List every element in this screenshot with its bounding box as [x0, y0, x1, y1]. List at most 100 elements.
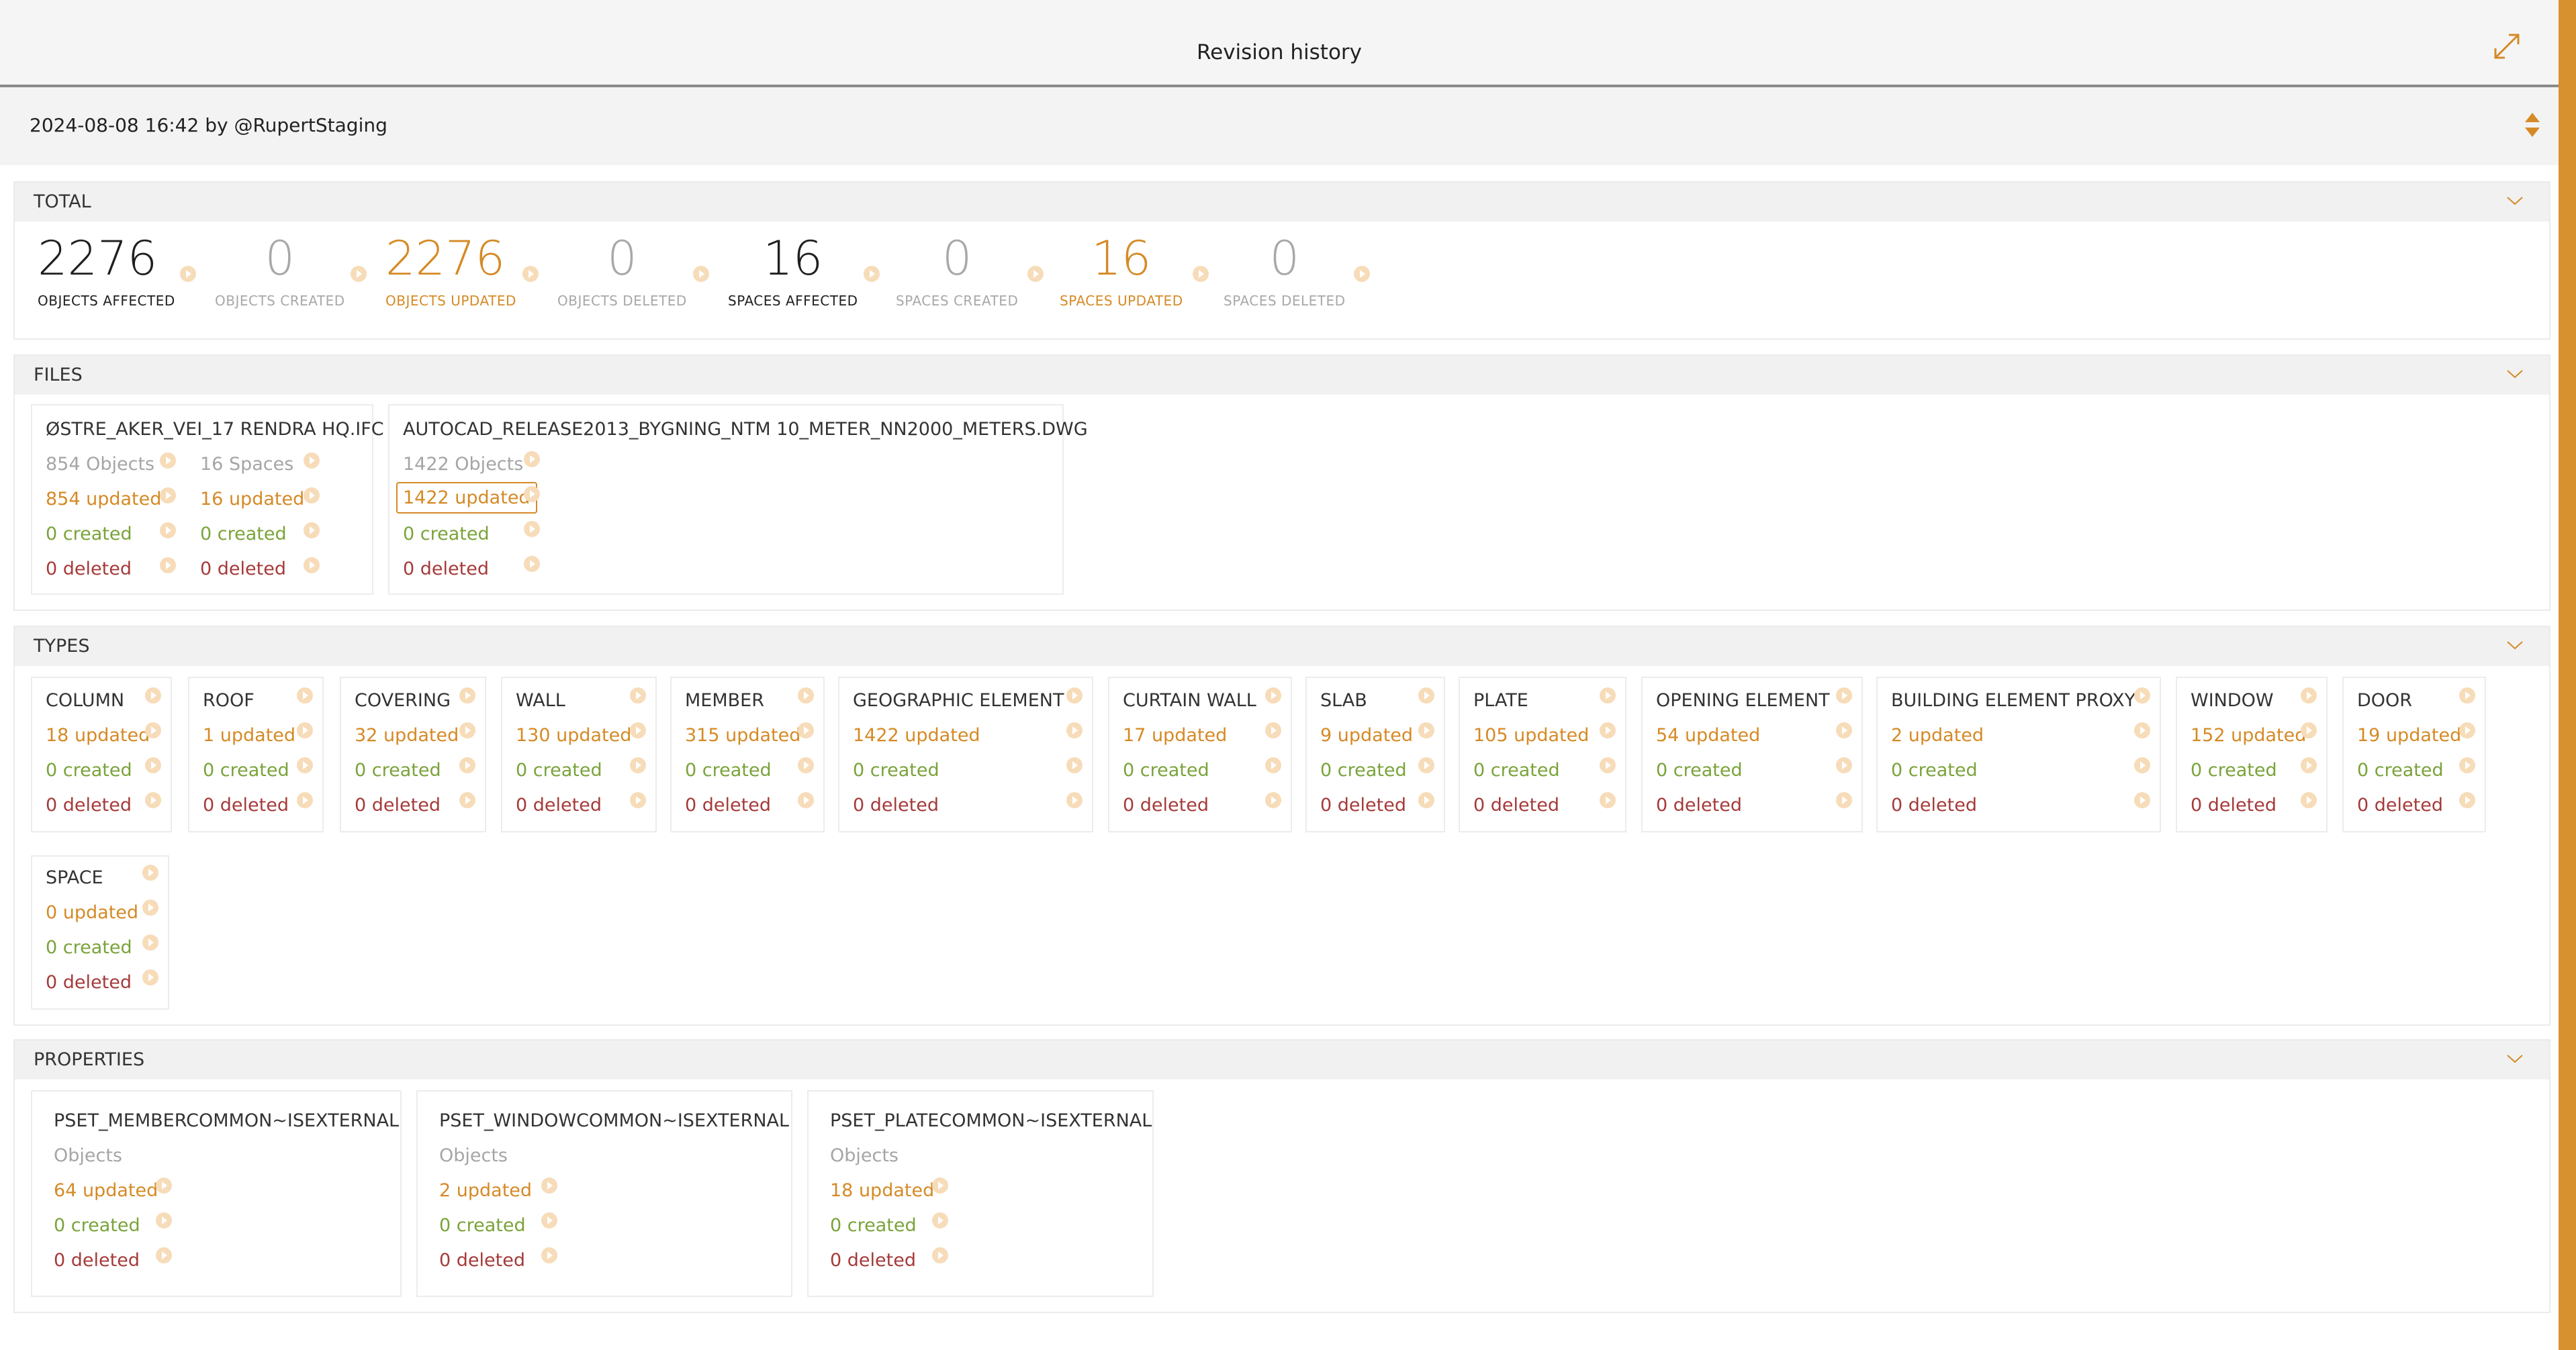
arrow-right-icon[interactable]	[1836, 757, 1852, 773]
type-deleted[interactable]: 0 deleted	[46, 795, 132, 816]
arrow-right-icon[interactable]	[160, 487, 176, 503]
arrow-right-icon[interactable]	[2459, 722, 2475, 738]
arrow-right-icon[interactable]	[932, 1212, 948, 1228]
type-deleted[interactable]: 0 deleted	[853, 795, 939, 816]
arrow-right-icon[interactable]	[1600, 792, 1616, 808]
type-deleted[interactable]: 0 deleted	[355, 795, 441, 816]
properties-section-header[interactable]: PROPERTIES	[15, 1041, 2549, 1079]
type-updated[interactable]: 130 updated	[516, 725, 631, 746]
objects-updated[interactable]: 1422 updated	[396, 482, 537, 514]
arrow-right-icon[interactable]	[541, 1177, 557, 1194]
arrow-right-icon[interactable]	[1027, 266, 1044, 282]
arrow-right-icon[interactable]	[1066, 722, 1083, 738]
property-updated[interactable]: 2 updated	[439, 1180, 532, 1201]
type-updated[interactable]: 1 updated	[203, 725, 295, 746]
arrow-right-icon[interactable]	[304, 522, 320, 538]
arrow-right-icon[interactable]	[2134, 722, 2150, 738]
files-section-header[interactable]: FILES	[15, 356, 2549, 395]
arrow-right-icon[interactable]	[156, 1177, 172, 1194]
type-updated[interactable]: 105 updated	[1473, 725, 1589, 746]
type-deleted[interactable]: 0 deleted	[203, 795, 289, 816]
arrow-right-icon[interactable]	[1418, 792, 1434, 808]
arrow-right-icon[interactable]	[2459, 757, 2475, 773]
arrow-right-icon[interactable]	[798, 757, 814, 773]
arrow-right-icon[interactable]	[297, 722, 313, 738]
arrow-right-icon[interactable]	[630, 722, 646, 738]
arrow-right-icon[interactable]	[524, 556, 540, 572]
arrow-right-icon[interactable]	[524, 521, 540, 537]
type-deleted[interactable]: 0 deleted	[2191, 795, 2276, 816]
arrow-right-icon[interactable]	[630, 792, 646, 808]
property-created[interactable]: 0 created	[54, 1215, 140, 1236]
arrow-right-icon[interactable]	[2301, 757, 2317, 773]
type-created[interactable]: 0 created	[2357, 760, 2444, 781]
arrow-right-icon[interactable]	[304, 557, 320, 573]
arrow-right-icon[interactable]	[932, 1247, 948, 1263]
type-updated[interactable]: 18 updated	[46, 725, 150, 746]
type-created[interactable]: 0 created	[2191, 760, 2277, 781]
arrow-right-icon[interactable]	[2134, 687, 2150, 704]
objects-updated[interactable]: 854 updated	[46, 489, 161, 510]
arrow-right-icon[interactable]	[459, 757, 475, 773]
arrow-right-icon[interactable]	[156, 1212, 172, 1228]
arrow-right-icon[interactable]	[798, 687, 814, 704]
type-created[interactable]: 0 created	[46, 760, 132, 781]
arrow-right-icon[interactable]	[1265, 722, 1281, 738]
property-created[interactable]: 0 created	[830, 1215, 917, 1236]
arrow-right-icon[interactable]	[1265, 687, 1281, 704]
type-deleted[interactable]: 0 deleted	[1891, 795, 1977, 816]
arrow-right-icon[interactable]	[142, 934, 158, 951]
arrow-right-icon[interactable]	[2301, 687, 2317, 704]
arrow-right-icon[interactable]	[1836, 792, 1852, 808]
type-updated[interactable]: 9 updated	[1320, 725, 1413, 746]
type-updated[interactable]: 2 updated	[1891, 725, 1984, 746]
arrow-right-icon[interactable]	[541, 1212, 557, 1228]
spaces-deleted[interactable]: 0 deleted	[200, 559, 286, 579]
arrow-right-icon[interactable]	[693, 266, 709, 282]
arrow-right-icon[interactable]	[798, 792, 814, 808]
arrow-right-icon[interactable]	[145, 757, 161, 773]
arrow-right-icon[interactable]	[2134, 792, 2150, 808]
property-deleted[interactable]: 0 deleted	[54, 1250, 140, 1271]
arrow-right-icon[interactable]	[2459, 792, 2475, 808]
type-deleted[interactable]: 0 deleted	[2357, 795, 2443, 816]
arrow-right-icon[interactable]	[297, 757, 313, 773]
arrow-right-icon[interactable]	[459, 687, 475, 704]
type-updated[interactable]: 1422 updated	[853, 725, 980, 746]
sort-icon[interactable]	[2524, 111, 2541, 138]
chevron-down-icon[interactable]	[2506, 1051, 2524, 1066]
arrow-right-icon[interactable]	[142, 865, 158, 881]
arrow-right-icon[interactable]	[142, 900, 158, 916]
arrow-right-icon[interactable]	[1066, 757, 1083, 773]
arrow-right-icon[interactable]	[1066, 687, 1083, 704]
type-deleted[interactable]: 0 deleted	[46, 972, 132, 993]
type-created[interactable]: 0 created	[1891, 760, 1978, 781]
type-created[interactable]: 0 created	[685, 760, 772, 781]
type-deleted[interactable]: 0 deleted	[516, 795, 602, 816]
arrow-right-icon[interactable]	[1836, 722, 1852, 738]
arrow-right-icon[interactable]	[1418, 722, 1434, 738]
arrow-right-icon[interactable]	[304, 452, 320, 469]
arrow-right-icon[interactable]	[2459, 687, 2475, 704]
arrow-right-icon[interactable]	[145, 792, 161, 808]
arrow-right-icon[interactable]	[1600, 722, 1616, 738]
type-created[interactable]: 0 created	[853, 760, 939, 781]
total-section-header[interactable]: TOTAL	[15, 183, 2549, 222]
type-created[interactable]: 0 created	[203, 760, 289, 781]
type-created[interactable]: 0 created	[46, 937, 132, 958]
arrow-right-icon[interactable]	[459, 722, 475, 738]
type-deleted[interactable]: 0 deleted	[685, 795, 771, 816]
arrow-right-icon[interactable]	[304, 487, 320, 503]
type-created[interactable]: 0 created	[1656, 760, 1743, 781]
property-created[interactable]: 0 created	[439, 1215, 526, 1236]
arrow-right-icon[interactable]	[524, 451, 540, 467]
chevron-down-icon[interactable]	[2506, 193, 2524, 208]
arrow-right-icon[interactable]	[1354, 266, 1370, 282]
arrow-right-icon[interactable]	[145, 722, 161, 738]
arrow-right-icon[interactable]	[630, 757, 646, 773]
arrow-right-icon[interactable]	[459, 792, 475, 808]
arrow-right-icon[interactable]	[180, 266, 196, 282]
chevron-down-icon[interactable]	[2506, 638, 2524, 653]
arrow-right-icon[interactable]	[630, 687, 646, 704]
arrow-right-icon[interactable]	[541, 1247, 557, 1263]
